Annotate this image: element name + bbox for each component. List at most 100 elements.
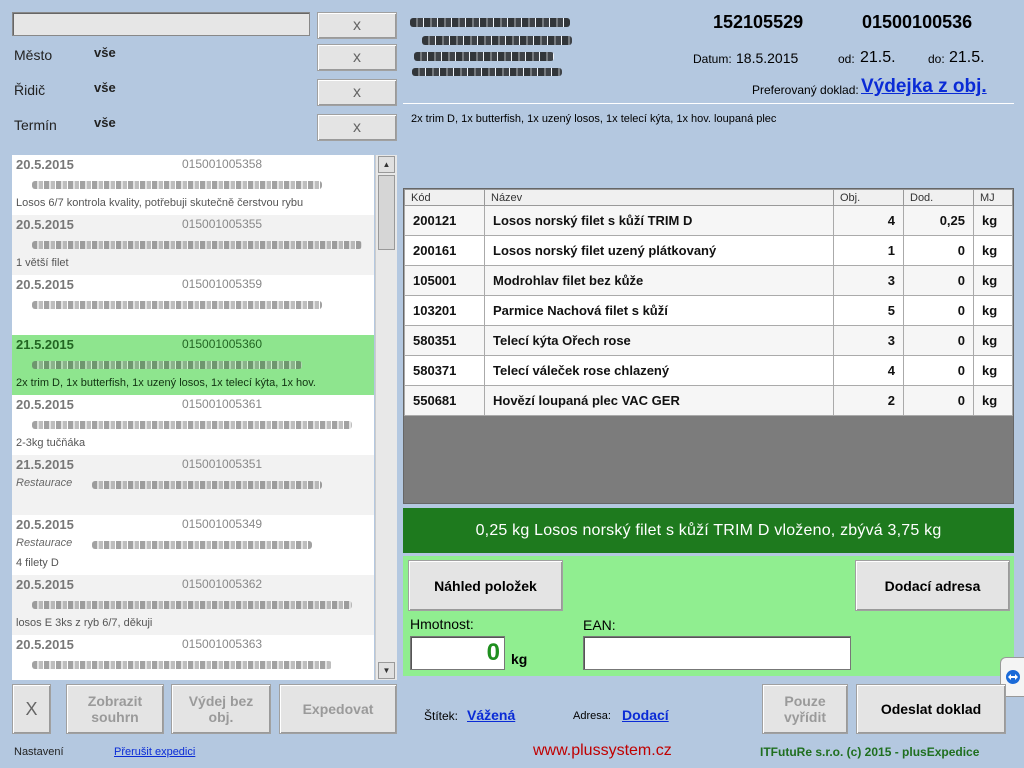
order-detail: losos E 3ks z ryb 6/7, děkuji — [16, 617, 153, 629]
status-message: 0,25 kg Losos norský filet s kůží TRIM D… — [403, 508, 1014, 553]
cell-name: Losos norský filet s kůží TRIM D — [484, 205, 834, 236]
table-row[interactable]: 580371 Telecí váleček rose chlazený 4 0 … — [404, 355, 1013, 386]
cell-unit: kg — [973, 325, 1013, 356]
cell-delivered: 0 — [903, 235, 974, 266]
col-header-name[interactable]: Název — [484, 189, 834, 206]
to-label: do: — [928, 52, 945, 66]
col-header-delivered[interactable]: Dod. — [903, 189, 974, 206]
order-row[interactable]: 20.5.2015 015001005358 Losos 6/7 kontrol… — [12, 155, 374, 215]
remote-support-glyph — [1005, 670, 1020, 684]
show-summary-button[interactable]: Zobrazit souhrn — [66, 684, 164, 734]
order-row[interactable]: 20.5.2015 015001005361 2-3kg tučňáka — [12, 395, 374, 455]
col-header-ordered[interactable]: Obj. — [833, 189, 904, 206]
settle-only-button[interactable]: Pouze vyřídit — [762, 684, 848, 734]
cell-delivered: 0 — [903, 355, 974, 386]
redacted-customer — [92, 541, 312, 549]
col-header-code[interactable]: Kód — [404, 189, 485, 206]
table-row[interactable]: 550681 Hovězí loupaná plec VAC GER 2 0 k… — [404, 385, 1013, 416]
redacted-customer — [32, 361, 302, 369]
cell-delivered: 0 — [903, 385, 974, 416]
delivery-address-button[interactable]: Dodací adresa — [855, 560, 1010, 611]
cell-code: 580351 — [404, 325, 485, 356]
company-logo — [410, 14, 580, 78]
address-type-link[interactable]: Dodací — [622, 707, 669, 723]
label-type-link[interactable]: Vážená — [467, 707, 515, 723]
document-id: 01500100536 — [862, 12, 973, 32]
cell-ordered: 2 — [833, 385, 904, 416]
cell-code: 103201 — [404, 295, 485, 326]
order-date: 20.5.2015 — [16, 217, 74, 232]
cell-name: Telecí váleček rose chlazený — [484, 355, 834, 386]
cell-code: 580371 — [404, 355, 485, 386]
clear-city-button[interactable]: x — [317, 44, 397, 71]
ean-input[interactable] — [583, 636, 851, 670]
order-detail: 1 větší filet — [16, 257, 69, 269]
order-number: 015001005363 — [182, 637, 263, 651]
order-summary: 2x trim D, 1x butterfish, 1x uzený losos… — [411, 113, 777, 125]
cell-ordered: 3 — [833, 325, 904, 356]
settings-label[interactable]: Nastavení — [14, 746, 64, 758]
order-number: 015001005362 — [182, 577, 263, 591]
entry-panel: Náhled položek Dodací adresa Hmotnost: 0… — [403, 556, 1014, 676]
table-row[interactable]: 580351 Telecí kýta Ořech rose 3 0 kg — [404, 325, 1013, 356]
order-date: 20.5.2015 — [16, 157, 74, 172]
cell-ordered: 4 — [833, 205, 904, 236]
cell-ordered: 3 — [833, 265, 904, 296]
cell-name: Telecí kýta Ořech rose — [484, 325, 834, 356]
order-date: 20.5.2015 — [16, 277, 74, 292]
order-detail: 4 filety D — [16, 557, 59, 569]
order-number: 015001005360 — [182, 337, 263, 351]
preview-items-button[interactable]: Náhled položek — [408, 560, 563, 611]
order-list[interactable]: 20.5.2015 015001005358 Losos 6/7 kontrol… — [12, 155, 374, 680]
order-row[interactable]: 20.5.2015 015001005349 Restaurace 4 file… — [12, 515, 374, 575]
send-document-button[interactable]: Odeslat doklad — [856, 684, 1006, 734]
issue-without-order-button[interactable]: Výdej bez obj. — [171, 684, 271, 734]
order-row[interactable]: 20.5.2015 015001005355 1 větší filet — [12, 215, 374, 275]
clear-driver-button[interactable]: x — [317, 79, 397, 106]
cell-delivered: 0 — [903, 295, 974, 326]
order-row[interactable]: 20.5.2015 015001005359 — [12, 275, 374, 335]
cell-code: 550681 — [404, 385, 485, 416]
from-label: od: — [838, 52, 855, 66]
interrupt-dispatch-link[interactable]: Přerušit expedici — [114, 746, 195, 758]
clear-term-button[interactable]: x — [317, 114, 397, 141]
filter-value-city[interactable]: vše — [94, 45, 116, 60]
order-row[interactable]: 20.5.2015 015001005363 — [12, 635, 374, 680]
table-row[interactable]: 103201 Parmice Nachová filet s kůží 5 0 … — [404, 295, 1013, 326]
cell-code: 200121 — [404, 205, 485, 236]
order-date: 20.5.2015 — [16, 637, 74, 652]
redacted-logo-line — [410, 18, 570, 27]
order-detail: 2x trim D, 1x butterfish, 1x uzený losos… — [16, 377, 316, 389]
weight-unit: kg — [511, 651, 528, 667]
table-row[interactable]: 105001 Modrohlav filet bez kůže 3 0 kg — [404, 265, 1013, 296]
scroll-up-icon[interactable]: ▲ — [378, 156, 395, 173]
order-date: 21.5.2015 — [16, 457, 74, 472]
scrollbar-thumb[interactable] — [378, 175, 395, 250]
scroll-down-icon[interactable]: ▼ — [378, 662, 395, 679]
order-number: 015001005349 — [182, 517, 263, 531]
filter-value-driver[interactable]: vše — [94, 80, 116, 95]
close-button[interactable]: X — [12, 684, 51, 734]
filter-value-term[interactable]: vše — [94, 115, 116, 130]
order-list-scrollbar[interactable]: ▲ ▼ — [375, 155, 397, 680]
redacted-logo-line — [412, 68, 562, 76]
date-label: Datum: — [693, 52, 732, 66]
table-row[interactable]: 200161 Losos norský filet uzený plátkova… — [404, 235, 1013, 266]
weight-value: 0 — [486, 639, 500, 666]
clear-search-button[interactable]: x — [317, 12, 397, 39]
cell-delivered: 0 — [903, 265, 974, 296]
table-row[interactable]: 200121 Losos norský filet s kůží TRIM D … — [404, 205, 1013, 236]
cell-delivered: 0 — [903, 325, 974, 356]
cell-code: 105001 — [404, 265, 485, 296]
search-input[interactable] — [12, 12, 310, 36]
order-row-selected[interactable]: 21.5.2015 015001005360 2x trim D, 1x but… — [12, 335, 374, 395]
order-row[interactable]: 20.5.2015 015001005362 losos E 3ks z ryb… — [12, 575, 374, 635]
order-id: 152105529 — [713, 12, 804, 32]
dispatch-button[interactable]: Expedovat — [279, 684, 397, 734]
preferred-doc-link[interactable]: Výdejka z obj. — [861, 76, 987, 98]
cell-code: 200161 — [404, 235, 485, 266]
col-header-unit[interactable]: MJ — [973, 189, 1013, 206]
order-row[interactable]: 21.5.2015 015001005351 Restaurace — [12, 455, 374, 515]
order-date: 20.5.2015 — [16, 517, 74, 532]
weight-input[interactable]: 0 — [410, 636, 505, 670]
